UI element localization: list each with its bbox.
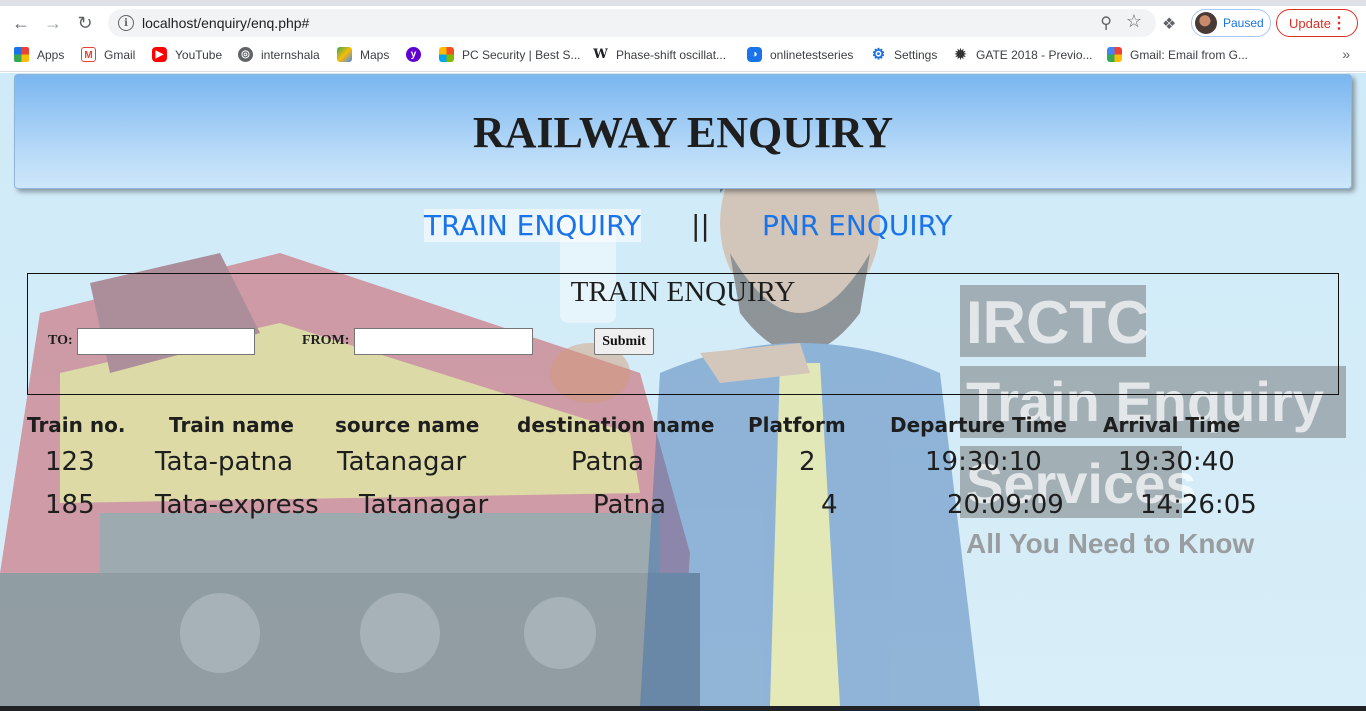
bookmarks-bar: Apps M Gmail ▶ YouTube ◎ internshala Map… [0,40,1366,72]
taskbar-edge [0,706,1366,711]
onlinetestseries-icon: ◑ [747,47,762,62]
bookmark-gate[interactable]: ✹ GATE 2018 - Previo... [953,47,1093,62]
col-header-source-name: source name [335,413,480,437]
bookmark-gmail[interactable]: M Gmail [81,47,135,62]
col-header-train-name: Train name [169,413,294,437]
forward-arrow-icon[interactable]: → [40,10,66,36]
from-input[interactable] [354,328,533,355]
cell-train-name: Tata-express [155,490,319,520]
cell-destination-name: Patna [571,447,645,477]
wikipedia-icon: W [593,47,608,62]
cell-platform: 2 [799,447,816,477]
nav-separator: || [691,209,710,242]
cell-train-no: 185 [45,490,95,520]
browser-toolbar: ← → ↻ i localhost/enquiry/enq.php# ⚲ ☆ ❖… [0,6,1366,40]
url-text[interactable]: localhost/enquiry/enq.php# [142,15,309,31]
google-icon [1107,47,1122,62]
zoom-icon[interactable]: ⚲ [1100,13,1112,33]
profile-button[interactable]: Paused [1191,9,1271,37]
header-banner: RAILWAY ENQUIRY [14,74,1352,189]
bookmark-onlinetestseries[interactable]: ◑ onlinetestseries [747,47,853,62]
cell-source-name: Tatanagar [359,490,489,520]
cell-train-no: 123 [45,447,95,477]
cell-source-name: Tatanagar [337,447,467,477]
cell-platform: 4 [821,490,838,520]
to-input[interactable] [77,328,255,355]
bookmark-star-icon[interactable]: ☆ [1126,11,1142,32]
avatar [1195,12,1217,34]
train-enquiry-form: TRAIN ENQUIRY TO: FROM: Submit [27,273,1339,395]
bookmark-maps[interactable]: Maps [337,47,389,62]
gate-icon: ✹ [954,46,967,62]
maps-icon [337,47,352,62]
cell-destination-name: Patna [593,490,667,520]
update-button[interactable]: Update ⋮ [1276,9,1358,37]
gmail-icon: M [81,47,96,62]
cell-arrival-time: 14:26:05 [1140,490,1257,520]
pnr-enquiry-link[interactable]: PNR ENQUIRY [762,209,952,242]
address-bar[interactable]: i localhost/enquiry/enq.php# ⚲ ☆ [108,9,1156,37]
cell-departure-time: 20:09:09 [947,490,1064,520]
form-title: TRAIN ENQUIRY [570,276,796,308]
submit-button[interactable]: Submit [594,328,654,355]
site-info-icon[interactable]: i [118,15,134,31]
bookmark-internshala[interactable]: ◎ internshala [238,47,320,62]
globe-icon: ◎ [238,47,253,62]
bookmark-apps[interactable]: Apps [14,47,64,62]
bookmark-settings[interactable]: ⚙ Settings [871,46,938,63]
col-header-platform: Platform [748,413,846,437]
reload-icon[interactable]: ↻ [72,10,98,36]
overlay-text-tagline: All You Need to Know [966,528,1255,559]
bookmark-pc-security[interactable]: PC Security | Best S... [439,47,581,62]
yahoo-icon: y [406,47,421,62]
col-header-train-no: Train no. [27,413,126,437]
kebab-menu-icon[interactable]: ⋮ [1331,13,1347,33]
col-header-arrival-time: Arrival Time [1103,413,1241,437]
page-title: RAILWAY ENQUIRY [472,108,894,157]
cell-train-name: Tata-patna [155,447,294,477]
cell-arrival-time: 19:30:40 [1118,447,1235,477]
to-label: TO: [48,333,73,348]
col-header-departure-time: Departure Time [890,413,1067,437]
bookmark-phase-shift[interactable]: W Phase-shift oscillat... [593,47,726,62]
youtube-icon: ▶ [152,47,167,62]
extensions-puzzle-icon[interactable]: ❖ [1162,14,1176,34]
from-label: FROM: [302,333,350,348]
back-arrow-icon[interactable]: ← [8,10,34,36]
enquiry-nav: TRAIN ENQUIRY || PNR ENQUIRY [0,209,1366,249]
apps-grid-icon [14,47,29,62]
more-bookmarks-icon[interactable]: » [1342,46,1350,62]
bookmark-youtube[interactable]: ▶ YouTube [152,47,222,62]
train-enquiry-link[interactable]: TRAIN ENQUIRY [424,209,641,242]
profile-status: Paused [1223,16,1264,30]
bookmark-gmail-email[interactable]: Gmail: Email from G... [1107,47,1248,62]
update-label: Update [1289,15,1331,31]
page-body: IRCTC Train Enquiry Services All You Nee… [0,73,1366,706]
windows-icon [439,47,454,62]
gear-icon: ⚙ [871,46,886,63]
cell-departure-time: 19:30:10 [925,447,1042,477]
bookmark-yahoo[interactable]: y [406,47,429,62]
col-header-destination-name: destination name [517,413,715,437]
